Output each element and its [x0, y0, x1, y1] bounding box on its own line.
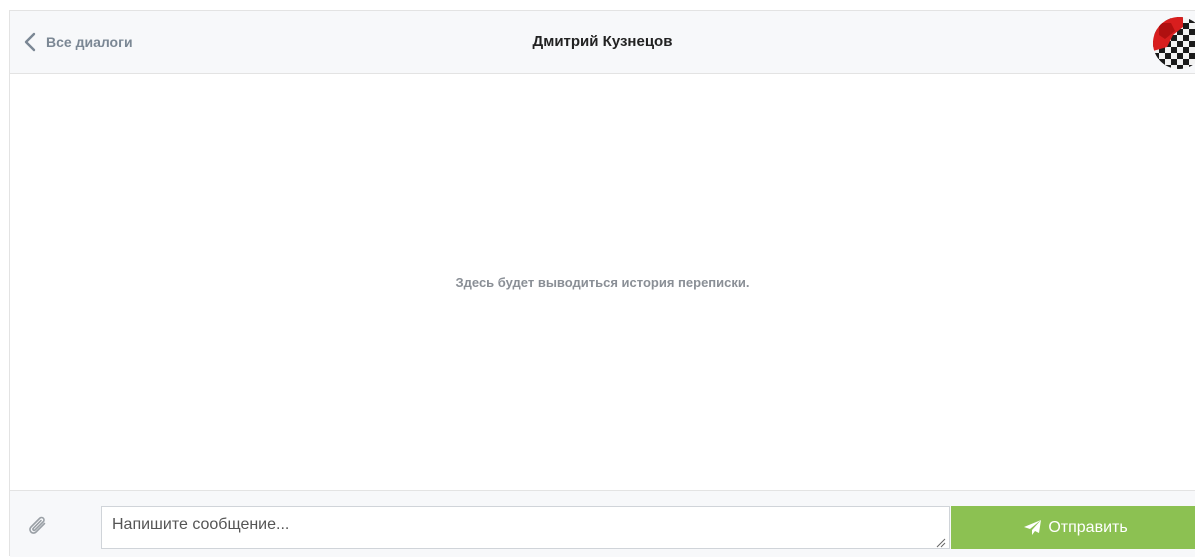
back-link-label: Все диалоги: [46, 34, 133, 50]
contact-name: Дмитрий Кузнецов: [532, 33, 673, 50]
message-input[interactable]: [101, 506, 950, 549]
back-to-dialogs-link[interactable]: Все диалоги: [24, 11, 133, 73]
user-avatar[interactable]: [1153, 17, 1195, 69]
paperclip-icon[interactable]: [24, 511, 50, 537]
send-button-label: Отправить: [1048, 518, 1128, 536]
chevron-left-icon: [24, 32, 36, 52]
history-placeholder: Здесь будет выводиться история переписки…: [455, 274, 750, 290]
message-composer: Отправить: [10, 490, 1195, 557]
paper-plane-icon: [1024, 519, 1042, 535]
send-button[interactable]: Отправить: [951, 506, 1195, 549]
dialog-header: Все диалоги Дмитрий Кузнецов: [10, 11, 1195, 74]
message-history: Здесь будет выводиться история переписки…: [10, 74, 1195, 490]
dialog-window: Все диалоги Дмитрий Кузнецов Здесь будет…: [9, 10, 1195, 557]
